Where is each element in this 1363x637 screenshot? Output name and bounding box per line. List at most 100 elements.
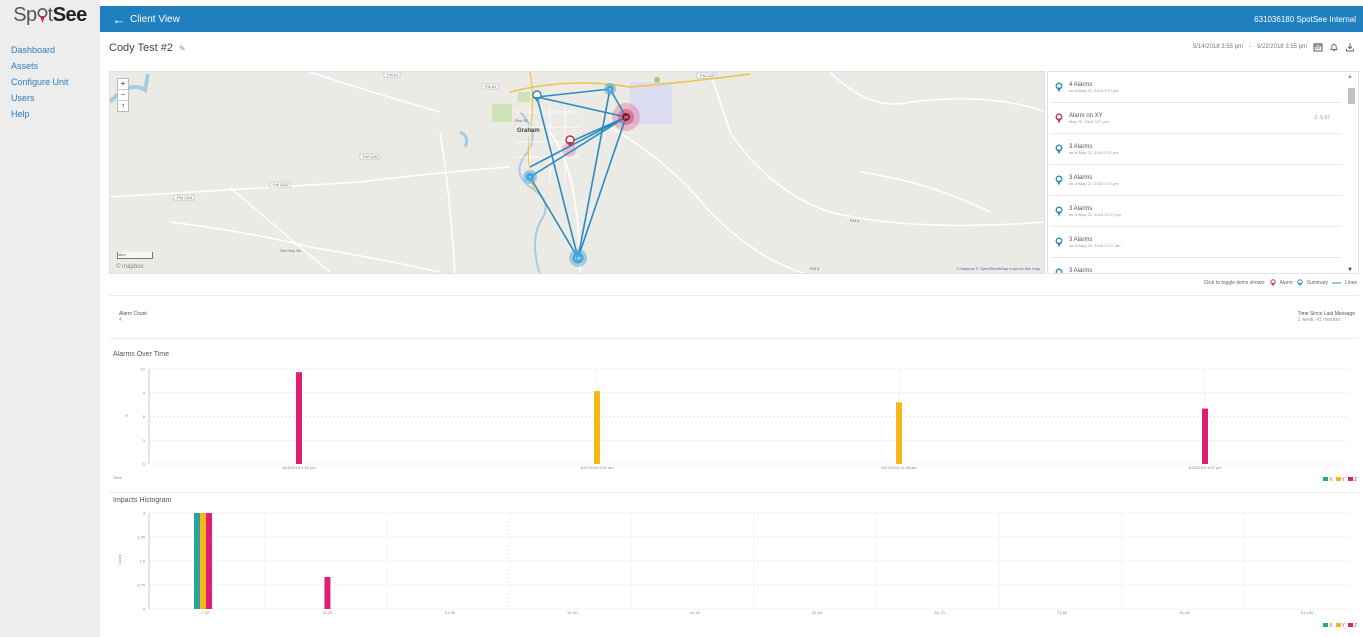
toggle-label: Click to toggle items shown:	[1203, 280, 1266, 286]
road-label: FM 1287	[700, 73, 717, 78]
cluster-count: 24	[624, 115, 629, 120]
legend-z[interactable]: Z	[1347, 623, 1357, 629]
map-canvas[interactable]: FM 61 FM 61 FM 1287 FM 1287 FM 1391 FM 1…	[110, 72, 1045, 274]
x-axis-label: G	[144, 621, 147, 622]
impacts-histogram-title: Impacts Histogram	[113, 497, 172, 504]
scrollbar[interactable]: ▲ ▼	[1346, 74, 1356, 273]
back-arrow-icon[interactable]: ←	[100, 12, 130, 27]
mapbox-logo[interactable]: © mapbox	[116, 264, 143, 270]
road-label: FM 61	[387, 72, 399, 77]
toggle-lines[interactable]: Lines	[1345, 280, 1357, 286]
compass-button[interactable]: ↑	[118, 101, 128, 111]
sidebar-item-assets[interactable]: Assets	[0, 58, 100, 74]
alarm-list-item[interactable]: 3 Alarms as of May 22, 2018 1:17 pm	[1050, 165, 1342, 196]
bar	[594, 391, 600, 464]
alarm-count-value: 4	[119, 317, 122, 323]
alarm-timestamp: as of May 22, 2018 3:17 pm	[1069, 87, 1119, 93]
road-label: FM 61	[485, 84, 497, 89]
bell-icon[interactable]	[1329, 42, 1339, 52]
sidebar-item-users[interactable]: Users	[0, 90, 100, 106]
road-label: Elm St	[515, 118, 528, 123]
river-center	[518, 111, 547, 273]
y-tick-label: 0	[143, 462, 146, 467]
road-label: Old Hwy 56	[280, 248, 301, 253]
alarm-timestamp: as of May 22, 2018 12:17 pm	[1069, 211, 1121, 217]
park-area	[492, 104, 512, 122]
roads	[110, 72, 1044, 273]
summary-pin-icon	[1055, 144, 1063, 154]
zoom-in-button[interactable]: +	[118, 79, 128, 90]
city-label: Graham	[517, 128, 540, 134]
x-tick-label: 61-70	[935, 610, 946, 615]
summary-pin-icon[interactable]	[1296, 279, 1303, 287]
x-tick-label: 81-90	[1179, 610, 1190, 615]
scroll-down-icon[interactable]: ▼	[1347, 267, 1353, 273]
legend-x[interactable]: X	[1323, 477, 1333, 483]
y-axis-label: G	[125, 413, 128, 418]
alarm-count-label: Alarm Count	[119, 311, 147, 317]
logo-text-c: See	[52, 3, 88, 26]
alarm-list-item[interactable]: 3 Alarms as of May 22, 2018 11:17 am	[1050, 227, 1342, 258]
alarms-over-time-title: Alarms Over Time	[113, 351, 170, 358]
alarm-list-item[interactable]: 3 Alarmsas of May 22, 2018 10:17 am	[1050, 258, 1342, 275]
y-tick-label: 0	[143, 607, 146, 612]
app-root: Sp t See Dashboard Assets Configure Unit …	[0, 0, 1363, 637]
alarms-over-time-chart: 12 9 6 3 0 G Time 5/16/2018 2:26 pm 5/17/2018 9:…	[113, 367, 1349, 480]
account-label[interactable]: 631036180 SpotSee Internal	[1254, 15, 1356, 24]
sidebar-item-dashboard[interactable]: Dashboard	[0, 42, 100, 58]
y-tick-label: 12	[141, 367, 146, 372]
x-tick-label: 5/22/2018 3:07 pm	[1188, 465, 1222, 470]
date-start[interactable]: 5/14/2018 3:55 pm	[1193, 44, 1243, 50]
alarm-timestamp: as of May 22, 2018 2:17 pm	[1069, 149, 1119, 155]
x-tick-label: 5/16/2018 2:26 pm	[282, 465, 316, 470]
y-tick-label: 6	[143, 414, 146, 419]
legend-y[interactable]: Y	[1335, 623, 1345, 629]
toggle-summary[interactable]: Summary	[1307, 280, 1328, 286]
summary-pin-icon	[1055, 237, 1063, 247]
alarm-list-item[interactable]: 3 Alarms as of May 22, 2018 12:17 pm	[1050, 196, 1342, 227]
toggle-alarm[interactable]: Alarm	[1280, 280, 1293, 286]
date-end[interactable]: 5/22/2018 3:55 pm	[1257, 44, 1307, 50]
zoom-out-button[interactable]: −	[118, 90, 128, 101]
map-pin-summary	[532, 90, 542, 102]
calendar-icon[interactable]	[1313, 42, 1323, 52]
road-label: FM 4	[810, 266, 820, 271]
lines-icon[interactable]	[1332, 281, 1342, 285]
legend-x[interactable]: X	[1323, 623, 1333, 629]
alarm-count-stat: Alarm Count 4	[119, 311, 147, 323]
river-north	[110, 73, 150, 104]
alarm-list-item[interactable]: 3 Alarms as of May 22, 2018 2:17 pm	[1050, 134, 1342, 165]
summary-pin-icon	[1055, 206, 1063, 216]
bar	[896, 402, 902, 464]
histogram-bar	[200, 513, 206, 609]
x-axis-label: Time	[113, 475, 123, 480]
date-separator: -	[1248, 44, 1251, 50]
sidebar-item-help[interactable]: Help	[0, 106, 100, 122]
road-label: FM 1287	[273, 182, 290, 187]
map-attribution[interactable]: © Mapbox © OpenStreetMap Improve this ma…	[957, 266, 1041, 271]
download-icon[interactable]	[1345, 42, 1355, 52]
spotsee-logo[interactable]: Sp t See	[0, 0, 100, 30]
alarm-timestamp: as of May 22, 2018 10:17 am	[1069, 274, 1121, 275]
x-tick-label: 31-40	[567, 610, 578, 615]
bar	[296, 372, 302, 464]
map-view[interactable]: FM 61 FM 61 FM 1287 FM 1287 FM 1391 FM 1…	[109, 71, 1045, 274]
legend-y[interactable]: Y	[1335, 477, 1345, 483]
x-tick-label: 21-30	[445, 610, 456, 615]
impacts-histogram-chart: 3 2.25 1.5 0.75 0 Count G < 10 11-20 21-30 31-40 41…	[117, 511, 1349, 622]
histogram-bar	[206, 513, 212, 609]
alarm-list-item[interactable]: 4 Alarms as of May 22, 2018 3:17 pm	[1050, 72, 1342, 103]
alarm-timestamp: as of May 22, 2018 11:17 am	[1069, 242, 1121, 248]
cluster-count: 150	[575, 256, 582, 261]
logo-pin-icon	[37, 8, 48, 23]
scroll-up-icon[interactable]: ▲	[1347, 74, 1353, 80]
edit-pencil-icon[interactable]: ✎	[179, 44, 186, 53]
alarm-list-item[interactable]: Alarm on XY May 22, 2018 3:07 pm Z: 6.97	[1050, 103, 1342, 134]
summary-pin-icon	[1055, 175, 1063, 185]
sidebar-item-configure-unit[interactable]: Configure Unit	[0, 74, 100, 90]
map-toggles: Click to toggle items shown: Alarm Summa…	[1204, 279, 1357, 287]
scroll-thumb[interactable]	[1348, 88, 1355, 104]
y-tick-label: 3	[143, 438, 146, 443]
alarm-pin-icon[interactable]	[1269, 279, 1276, 287]
legend-z[interactable]: Z	[1347, 477, 1357, 483]
